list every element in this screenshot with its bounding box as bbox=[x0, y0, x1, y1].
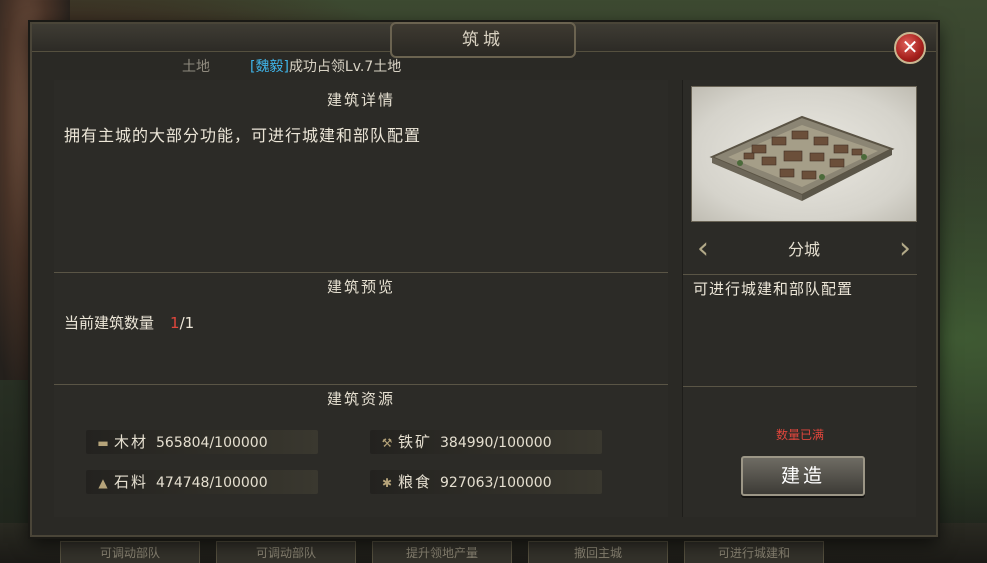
divider bbox=[683, 386, 917, 387]
wood-icon: ▬ bbox=[97, 436, 109, 450]
preview-heading: 建筑预览 bbox=[54, 272, 668, 300]
count-label: 当前建筑数量 bbox=[64, 314, 155, 332]
resource-wood: ▬ 木材 565804/100000 bbox=[86, 430, 318, 454]
dialog-title: 筑城 bbox=[390, 22, 576, 58]
stone-icon: ▲ bbox=[98, 476, 108, 490]
divider bbox=[683, 274, 917, 275]
resource-iron: ⚒ 铁矿 384990/100000 bbox=[370, 430, 602, 454]
building-selector: ‹ 分城 › bbox=[691, 230, 917, 270]
city-preview-image bbox=[691, 86, 917, 222]
bottom-tab[interactable]: 可调动部队 bbox=[60, 541, 200, 563]
resources-heading: 建筑资源 bbox=[54, 384, 668, 412]
building-select-panel: ‹ 分城 › 可进行城建和部队配置 数量已满 建造 bbox=[682, 80, 917, 517]
prev-arrow-icon[interactable]: ‹ bbox=[693, 234, 713, 266]
grain-icon: ✱ bbox=[381, 476, 393, 490]
building-description: 可进行城建和部队配置 bbox=[693, 280, 854, 298]
next-arrow-icon[interactable]: › bbox=[895, 234, 915, 266]
ticker-prefix: 土地 bbox=[182, 59, 210, 75]
bottom-tab[interactable]: 提升领地产量 bbox=[372, 541, 512, 563]
resource-grain: ✱ 粮食 927063/100000 bbox=[370, 470, 602, 494]
broadcast-ticker: 土地 [魏毅]成功占领Lv.7土地 bbox=[182, 56, 401, 76]
building-count-row: 当前建筑数量 1/1 bbox=[64, 312, 194, 333]
bottom-tab[interactable]: 可调动部队 bbox=[216, 541, 356, 563]
details-description: 拥有主城的大部分功能，可进行城建和部队配置 bbox=[64, 126, 422, 145]
build-city-dialog: 筑城 ✕ 土地 [魏毅]成功占领Lv.7土地 建筑详情 拥有主城的大部分功能，可进… bbox=[30, 22, 938, 537]
building-name: 分城 bbox=[787, 240, 820, 259]
city-illustration bbox=[709, 115, 895, 201]
count-current: 1 bbox=[170, 314, 180, 332]
resource-label: 粮食 bbox=[398, 473, 433, 491]
resource-stone: ▲ 石料 474748/100000 bbox=[86, 470, 318, 494]
resource-label: 铁矿 bbox=[398, 433, 433, 451]
resource-value: 474748/100000 bbox=[156, 475, 268, 491]
bottom-tab[interactable]: 可进行城建和 bbox=[684, 541, 824, 563]
resource-label: 石料 bbox=[114, 473, 149, 491]
details-heading: 建筑详情 bbox=[326, 91, 395, 109]
ticker-message: 成功占领Lv.7土地 bbox=[288, 59, 402, 75]
resource-value: 927063/100000 bbox=[440, 475, 552, 491]
build-button[interactable]: 建造 bbox=[741, 456, 865, 496]
resource-label: 木材 bbox=[114, 433, 149, 451]
resource-value: 565804/100000 bbox=[156, 435, 268, 451]
close-icon: ✕ bbox=[901, 35, 919, 59]
building-info-panel: 建筑详情 拥有主城的大部分功能，可进行城建和部队配置 建筑预览 当前建筑数量 1/… bbox=[54, 80, 668, 517]
bottom-tab[interactable]: 撤回主城 bbox=[528, 541, 668, 563]
close-button[interactable]: ✕ bbox=[894, 32, 926, 64]
quantity-full-notice: 数量已满 bbox=[775, 428, 824, 442]
ticker-player-name[interactable]: [魏毅] bbox=[250, 59, 289, 75]
count-total: /1 bbox=[179, 314, 195, 332]
iron-icon: ⚒ bbox=[381, 436, 393, 450]
resource-value: 384990/100000 bbox=[440, 435, 552, 451]
